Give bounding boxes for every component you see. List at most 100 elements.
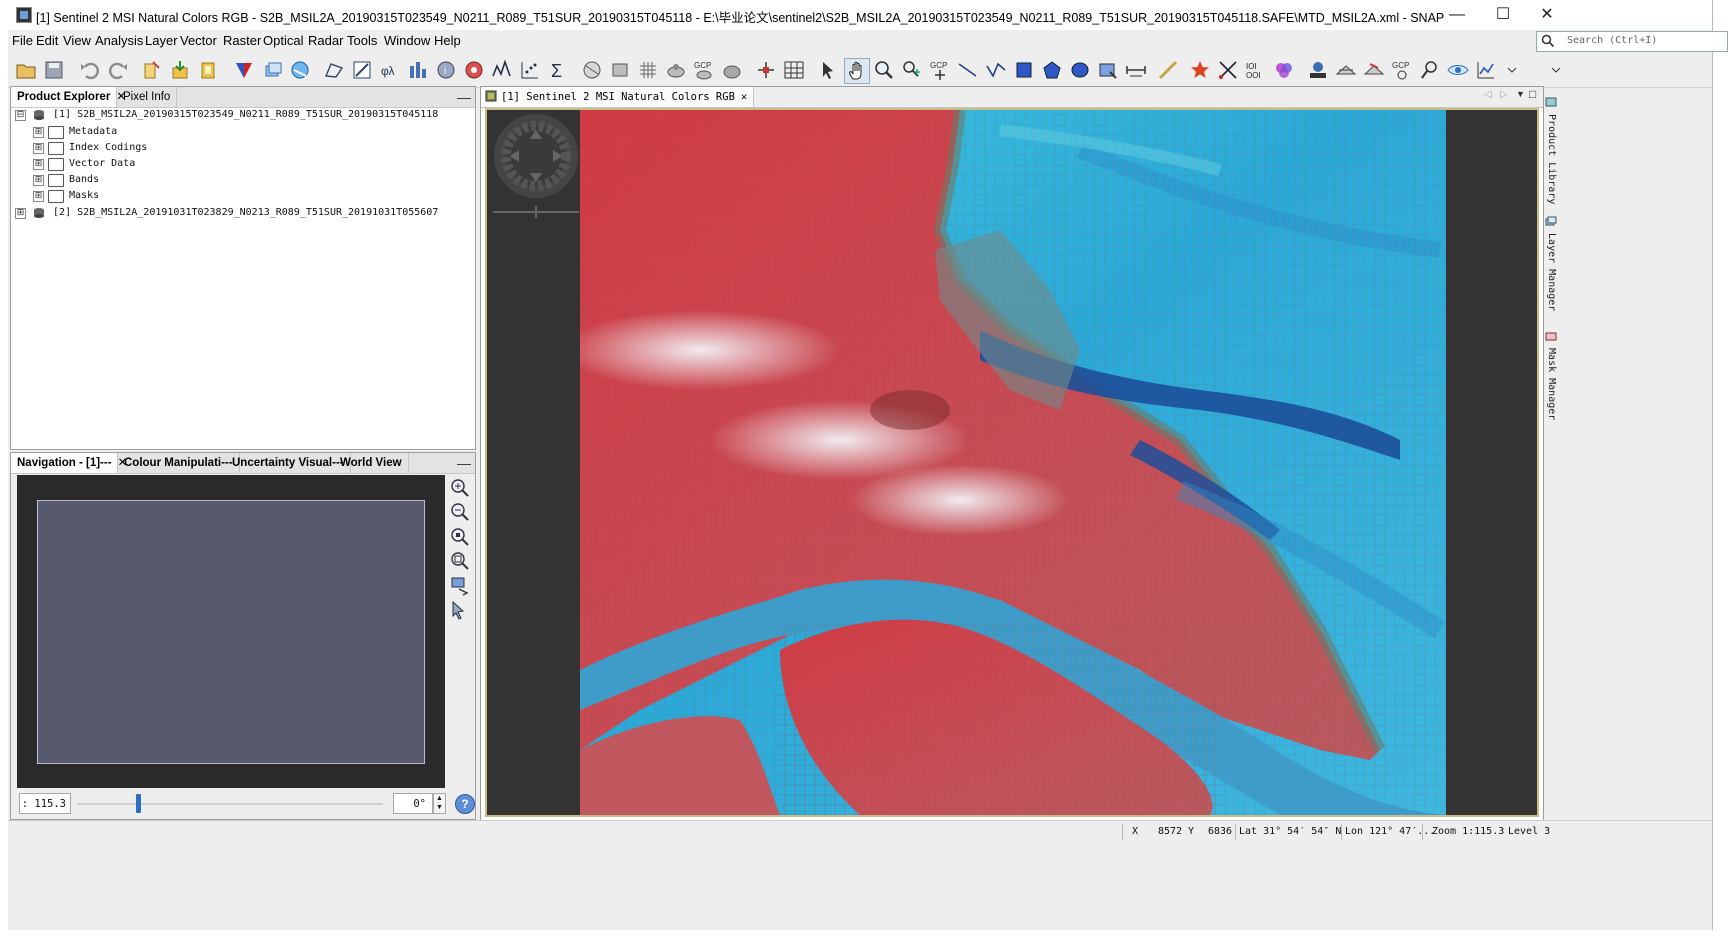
geo-coding-icon[interactable] — [462, 58, 486, 82]
world-map-icon[interactable] — [288, 58, 312, 82]
gcp-placing-icon[interactable]: GCP — [928, 58, 952, 82]
expand-icon[interactable]: ⊞ — [33, 175, 44, 186]
menu-help[interactable]: Help — [434, 33, 461, 48]
scatter-plot-icon[interactable] — [518, 58, 542, 82]
tab-pixel-info[interactable]: Pixel Info — [117, 87, 178, 107]
zoom-tool-icon[interactable] — [872, 58, 896, 82]
pan-navigation-control-icon[interactable] — [491, 112, 581, 220]
zoom-all-icon[interactable] — [449, 550, 471, 572]
zoom-in-icon[interactable] — [449, 477, 471, 499]
draw-ellipse-icon[interactable] — [1068, 58, 1092, 82]
sar-calibration-icon[interactable] — [1334, 58, 1358, 82]
import-icon[interactable] — [168, 58, 192, 82]
terrain-correction-icon[interactable] — [1306, 58, 1330, 82]
help-button[interactable]: ? — [455, 794, 475, 814]
find-icon[interactable] — [1418, 58, 1442, 82]
chart-icon[interactable] — [1474, 58, 1498, 82]
menu-edit[interactable]: Edit — [36, 33, 58, 48]
zoom-out-icon[interactable] — [449, 501, 471, 523]
export-icon[interactable] — [196, 58, 220, 82]
navigation-overview[interactable] — [17, 475, 445, 788]
menu-file[interactable]: File — [12, 33, 33, 48]
rgb-image-icon[interactable] — [232, 58, 256, 82]
menu-view[interactable]: View — [63, 33, 91, 48]
speckle-filter-icon[interactable] — [1362, 58, 1386, 82]
scale-input[interactable]: : 115.3 — [19, 793, 71, 814]
close-tab-icon[interactable]: ✕ — [741, 91, 747, 103]
menu-tools[interactable]: Tools — [347, 33, 377, 48]
rotation-angle-input[interactable]: 0° — [393, 793, 433, 814]
polygon-tool-icon[interactable] — [322, 58, 346, 82]
grid-icon[interactable] — [636, 58, 660, 82]
spin-up-icon[interactable]: ▲ — [434, 794, 445, 803]
collapse-icon[interactable]: ⊟ — [15, 110, 26, 121]
draw-rectangle-icon[interactable] — [1012, 58, 1036, 82]
gcp-tool-icon[interactable]: GCP — [1390, 58, 1414, 82]
histogram-icon[interactable] — [406, 58, 430, 82]
spin-down-icon[interactable]: ▼ — [434, 803, 445, 812]
menu-layer[interactable]: Layer — [145, 33, 178, 48]
mask-icon[interactable] — [720, 58, 744, 82]
menu-window[interactable]: Window — [384, 33, 430, 48]
image-canvas[interactable] — [485, 108, 1539, 817]
tab-list-icon[interactable]: ▼ — [1516, 89, 1525, 99]
layers-icon[interactable] — [260, 58, 284, 82]
menu-vector[interactable]: Vector — [180, 33, 217, 48]
profile-plot-icon[interactable] — [490, 58, 514, 82]
zoom-slider-track[interactable] — [77, 803, 383, 805]
menu-raster[interactable]: Raster — [223, 33, 261, 48]
search-input[interactable]: Search (Ctrl+I) — [1536, 31, 1728, 52]
pin-manager-icon[interactable] — [664, 58, 688, 82]
menu-optical[interactable]: Optical — [263, 33, 303, 48]
toolbar-overflow-icon[interactable] — [1500, 58, 1517, 82]
tab-uncertainty-visualisation[interactable]: Uncertainty Visual--- — [226, 453, 351, 473]
side-tab-layer-manager[interactable]: Layer Manager — [1545, 215, 1557, 311]
star-icon[interactable] — [1188, 58, 1212, 82]
minimize-button[interactable]: — — [1434, 0, 1480, 30]
save-product-icon[interactable] — [42, 58, 66, 82]
prev-tab-icon[interactable]: ◁ — [1484, 89, 1492, 100]
viewport-rectangle[interactable] — [37, 500, 425, 764]
maximize-view-icon[interactable]: □ — [1529, 87, 1536, 101]
tab-image-view[interactable]: [1] Sentinel 2 MSI Natural Colors RGB ✕ — [481, 87, 755, 107]
expand-icon[interactable]: ⊞ — [33, 159, 44, 170]
next-tab-icon[interactable]: ▷ — [1500, 89, 1508, 100]
band-maths-icon[interactable] — [140, 58, 164, 82]
redo-icon[interactable] — [106, 58, 130, 82]
tab-colour-manipulation[interactable]: Colour Manipulati--- — [118, 453, 240, 473]
range-finder-icon[interactable] — [1124, 58, 1148, 82]
expand-icon[interactable]: ⊞ — [15, 208, 26, 219]
tab-product-explorer[interactable]: Product Explorer ✕ — [11, 87, 126, 107]
minimize-panel-icon[interactable]: — — [457, 455, 471, 471]
binary-icon[interactable]: IOI OOI — [1244, 58, 1268, 82]
maximize-button[interactable]: ☐ — [1480, 0, 1526, 30]
rotation-spinner[interactable]: ▲ ▼ — [433, 793, 446, 814]
open-product-icon[interactable] — [14, 58, 38, 82]
expand-icon[interactable]: ⊞ — [33, 127, 44, 138]
magic-wand-icon[interactable] — [1096, 58, 1120, 82]
information-icon[interactable]: i — [434, 58, 458, 82]
side-tab-mask-manager[interactable]: Mask Manager — [1545, 330, 1557, 420]
expand-icon[interactable]: ⊞ — [33, 143, 44, 154]
draw-polygon-icon[interactable] — [1040, 58, 1064, 82]
pin-placing-icon[interactable] — [900, 58, 924, 82]
line-tool-icon[interactable] — [350, 58, 374, 82]
zoom-pixel-icon[interactable] — [449, 526, 471, 548]
scissors-icon[interactable] — [1216, 58, 1240, 82]
statistics-icon[interactable]: Σ — [546, 58, 570, 82]
zoom-slider-thumb[interactable] — [136, 794, 142, 813]
pan-tool-icon[interactable] — [844, 58, 870, 84]
menu-analysis[interactable]: Analysis — [95, 33, 143, 48]
side-tab-product-library[interactable]: Product Library — [1545, 96, 1557, 204]
menu-radar[interactable]: Radar — [308, 33, 343, 48]
close-button[interactable]: ✕ — [1524, 0, 1570, 30]
select-tool-icon[interactable] — [816, 58, 840, 82]
spectrum-icon[interactable]: φλ — [378, 58, 402, 82]
pixel-extraction-icon[interactable] — [754, 58, 778, 82]
sync-cursor-icon[interactable] — [449, 599, 471, 621]
expand-icon[interactable]: ⊞ — [33, 191, 44, 202]
gcp-manager-icon[interactable]: GCP — [692, 58, 716, 82]
eye-icon[interactable] — [1446, 58, 1470, 82]
minimize-panel-icon[interactable]: — — [457, 89, 471, 105]
sync-views-icon[interactable] — [449, 575, 471, 597]
